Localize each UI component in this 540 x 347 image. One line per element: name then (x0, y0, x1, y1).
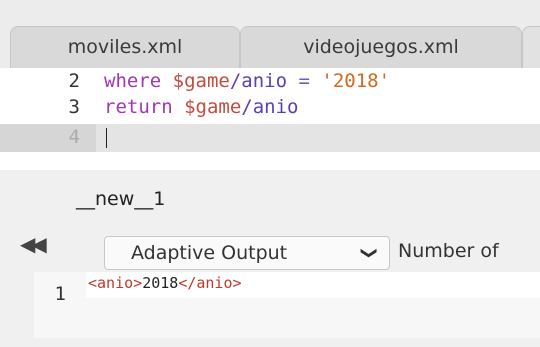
output-line-number: 1 (54, 283, 66, 305)
output-mode-value: Adaptive Output (131, 242, 288, 264)
code-text: where $game/anio = '2018' (104, 70, 391, 92)
line-number: 3 (68, 96, 80, 118)
code-line[interactable]: 3 return $game/anio (0, 94, 540, 121)
line-number: 2 (68, 70, 80, 92)
code-line[interactable]: 2 where $game/anio = '2018' (0, 68, 540, 95)
line-number: 4 (68, 126, 80, 148)
code-line[interactable]: 4 (0, 124, 540, 151)
tab-videojuegos-xml[interactable]: videojuegos.xml (240, 26, 522, 68)
output-mode-select[interactable]: Adaptive Output ❯ (104, 236, 390, 270)
double-chevron-left-icon[interactable]: ◀◀ (20, 232, 47, 256)
document-tab-strip: moviles.xml videojuegos.xml (0, 0, 540, 68)
result-tab-new-1[interactable]: __new__1 (76, 188, 165, 210)
code-text: return $game/anio (104, 96, 299, 118)
tab-moviles-xml[interactable]: moviles.xml (10, 26, 240, 68)
tab-partial[interactable] (522, 26, 540, 68)
number-of-label: Number of (398, 240, 499, 262)
chevron-down-icon: ❯ (360, 246, 380, 260)
xquery-editor[interactable]: 2 where $game/anio = '2018' 3 return $ga… (0, 68, 540, 170)
output-result-text[interactable]: <anio>2018</anio> (88, 274, 242, 292)
